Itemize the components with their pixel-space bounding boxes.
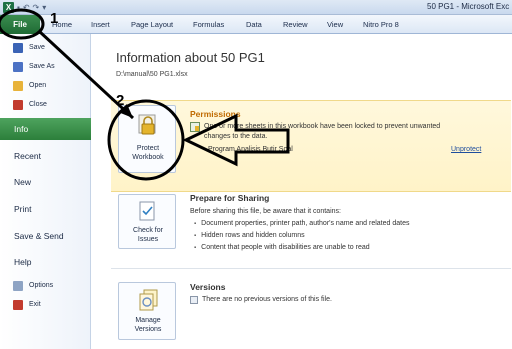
exit-icon [13, 299, 23, 310]
check-for-issues-label-2: Issues [137, 236, 159, 243]
nav-new[interactable]: New [0, 171, 91, 193]
step-1-label: 1 [50, 10, 59, 27]
title-bar: X ▪ ↶ ↷ ▾ 50 PG1 - Microsoft Exc [0, 0, 512, 15]
step-2-label: 2 [116, 92, 125, 109]
check-for-issues-button[interactable]: Check for Issues [118, 194, 176, 249]
save-icon[interactable]: ▪ [17, 2, 20, 13]
options-command[interactable]: Options [0, 277, 91, 294]
tab-insert[interactable]: Insert [91, 15, 110, 34]
tab-file[interactable]: File [0, 15, 40, 34]
save-as-command[interactable]: Save As [0, 58, 91, 75]
manage-versions-label-2: Versions [134, 326, 162, 333]
tab-nitro-pro[interactable]: Nitro Pro 8 [363, 15, 399, 34]
close-file-icon [13, 99, 23, 110]
permissions-text-line1: One or more sheets in this workbook have… [204, 123, 441, 130]
lock-icon [138, 114, 156, 135]
check-document-icon [139, 201, 155, 221]
nav-help[interactable]: Help [0, 251, 91, 273]
options-command-label: Options [29, 282, 54, 289]
versions-info-icon [190, 296, 198, 304]
manage-versions-button[interactable]: Manage Versions [118, 282, 176, 340]
file-path: D:\manual\50 PG1.xlsx [116, 71, 188, 78]
undo-icon[interactable]: ↶ [23, 2, 30, 13]
page-title: Information about 50 PG1 [116, 50, 265, 65]
open-folder-icon [13, 80, 23, 91]
backstage-nav: Save Save As Open Close Info Recent New … [0, 34, 91, 349]
nav-info[interactable]: Info [0, 118, 91, 140]
exit-command[interactable]: Exit [0, 296, 91, 313]
ribbon-tabs: File Home Insert Page Layout Formulas Da… [0, 15, 512, 34]
quick-access-toolbar: X ▪ ↶ ↷ ▾ [3, 2, 46, 13]
check-for-issues-label-1: Check for [133, 227, 163, 234]
protect-workbook-label-2: Workbook [132, 154, 164, 161]
open-command[interactable]: Open [0, 77, 91, 94]
unprotect-link[interactable]: Unprotect [451, 146, 481, 153]
open-command-label: Open [29, 82, 47, 89]
window-title: 50 PG1 - Microsoft Exc [427, 2, 510, 11]
prepare-bullet-2: Hidden rows and hidden columns [194, 232, 305, 239]
save-command-label: Save [29, 44, 45, 51]
options-icon [13, 280, 23, 291]
section-divider [111, 268, 511, 269]
close-command[interactable]: Close [0, 96, 91, 113]
nav-save-and-send[interactable]: Save & Send [0, 225, 91, 247]
tab-data[interactable]: Data [246, 15, 262, 34]
tab-formulas[interactable]: Formulas [193, 15, 224, 34]
save-as-icon [13, 61, 23, 72]
permissions-text-line2: changes to the data. [204, 133, 268, 140]
save-icon [13, 42, 23, 53]
prepare-bullet-3: Content that people with disabilities ar… [194, 244, 370, 251]
protect-workbook-label-1: Protect [136, 145, 160, 152]
prepare-intro: Before sharing this file, be aware that … [190, 208, 341, 215]
sheet-lock-icon [190, 122, 200, 132]
excel-app-icon[interactable]: X [3, 2, 14, 13]
versions-text: There are no previous versions of this f… [202, 296, 332, 303]
exit-command-label: Exit [29, 301, 41, 308]
versions-title: Versions [190, 282, 226, 292]
save-command[interactable]: Save [0, 39, 91, 56]
nav-recent[interactable]: Recent [0, 145, 91, 167]
protect-workbook-button[interactable]: Protect Workbook [118, 105, 176, 173]
versions-icon [139, 289, 158, 311]
save-as-command-label: Save As [29, 63, 55, 70]
redo-icon[interactable]: ↷ [33, 2, 40, 13]
protected-sheet-name: Program Analisis Butir Soal [208, 146, 293, 153]
tab-view[interactable]: View [327, 15, 343, 34]
permissions-title: Permissions [190, 109, 241, 119]
tab-review[interactable]: Review [283, 15, 308, 34]
close-command-label: Close [29, 101, 47, 108]
info-panel: Information about 50 PG1 D:\manual\50 PG… [91, 34, 512, 349]
manage-versions-label-1: Manage [135, 317, 161, 324]
prepare-title: Prepare for Sharing [190, 193, 270, 203]
nav-print[interactable]: Print [0, 198, 91, 220]
prepare-bullet-1: Document properties, printer path, autho… [194, 220, 409, 227]
customize-qat-icon[interactable]: ▾ [42, 2, 46, 13]
tab-page-layout[interactable]: Page Layout [131, 15, 173, 34]
